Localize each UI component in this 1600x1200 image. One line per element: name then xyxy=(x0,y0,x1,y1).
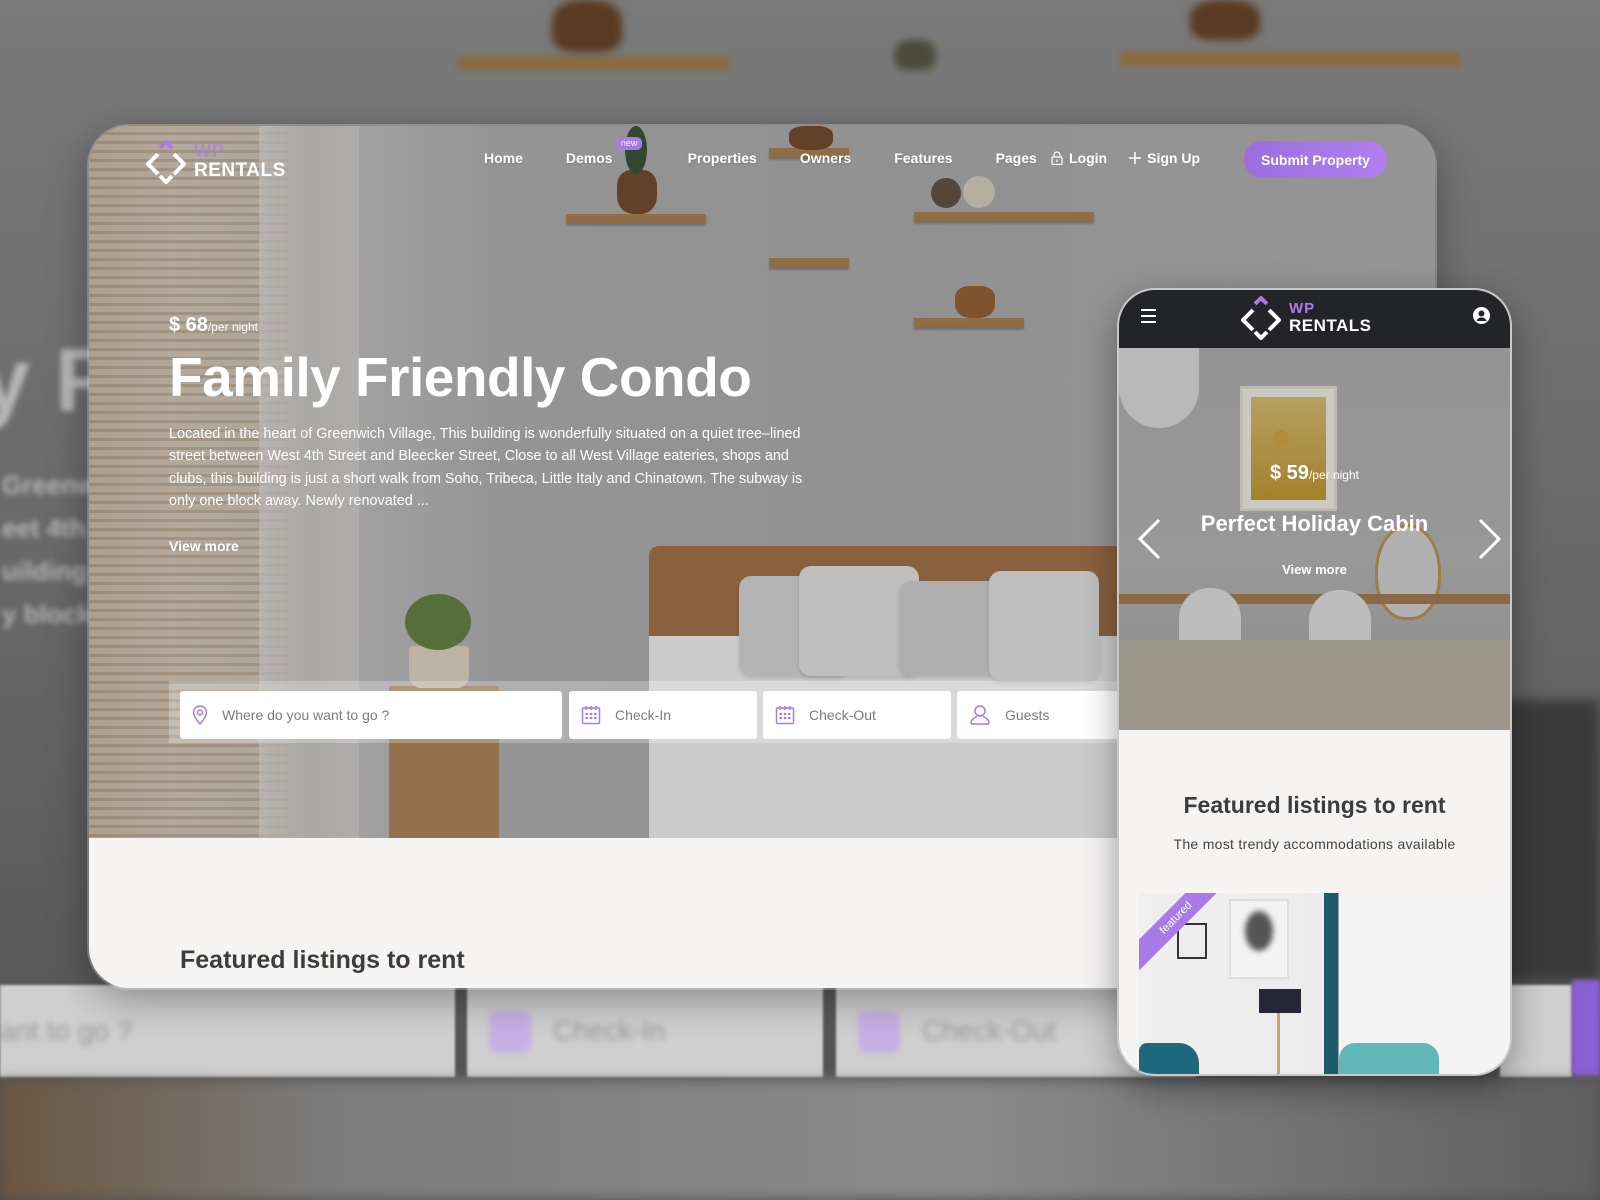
bg-calendar-icon xyxy=(858,1011,900,1053)
card-wall-art xyxy=(1229,899,1289,979)
chevron-right-icon[interactable] xyxy=(1478,518,1502,560)
logo-wp: WP xyxy=(194,141,225,161)
nav-pages[interactable]: Pages xyxy=(996,150,1037,166)
featured-listings-title: Featured listings to rent xyxy=(180,946,465,974)
mobile-logo-rentals: RENTALS xyxy=(1289,315,1372,335)
mobile-per-night: /per night xyxy=(1308,468,1359,482)
new-badge: new xyxy=(615,137,643,150)
hero-view-more-link[interactable]: View more xyxy=(169,538,239,554)
hero-description: Located in the heart of Greenwich Villag… xyxy=(169,425,803,510)
mobile-preview: WP RENTALS $ 59/per night Perfect Holida… xyxy=(1119,290,1510,1074)
mobile-view-more-link[interactable]: View more xyxy=(1119,562,1510,577)
mobile-featured-title: Featured listings to rent xyxy=(1183,792,1446,818)
nav-properties[interactable]: Properties xyxy=(688,150,757,166)
auth-links: Login Sign Up xyxy=(1051,150,1222,166)
location-input[interactable] xyxy=(222,707,509,723)
logo-rentals: RENTALS xyxy=(194,160,286,181)
chevron-left-icon[interactable] xyxy=(1137,518,1161,560)
bg-pot xyxy=(552,0,622,52)
logo-diamond-icon xyxy=(1241,296,1281,340)
calendar-icon xyxy=(775,706,795,725)
bg-floor xyxy=(0,1080,1600,1200)
hero-content: $ 68/per night Family Friendly Condo Loc… xyxy=(169,314,829,556)
card-throw xyxy=(1139,1043,1199,1074)
bg-ghost-line: eet 4th xyxy=(2,513,86,543)
bg-ghost-line: y block xyxy=(2,599,92,629)
top-navigation: WP RENTALS Home Demos new Properties Own… xyxy=(89,126,1435,196)
nav-owners[interactable]: Owners xyxy=(800,150,851,166)
logo-text: WP RENTALS xyxy=(194,142,286,180)
plus-icon xyxy=(1129,152,1142,164)
location-field[interactable] xyxy=(180,691,562,739)
checkout-field[interactable] xyxy=(763,691,951,739)
card-lamp-stand xyxy=(1277,1013,1280,1074)
mobile-header: WP RENTALS xyxy=(1119,290,1510,348)
bg-shelf xyxy=(458,56,730,70)
user-account-icon[interactable] xyxy=(1473,307,1490,324)
bg-pot xyxy=(1190,0,1260,40)
hero-price: $ 68/per night xyxy=(169,314,829,337)
map-pin-icon xyxy=(192,705,208,725)
signup-label: Sign Up xyxy=(1147,150,1200,166)
login-link[interactable]: Login xyxy=(1051,150,1107,166)
hamburger-menu-icon[interactable] xyxy=(1141,309,1156,327)
mobile-price: $ 59/per night xyxy=(1119,462,1510,485)
user-icon xyxy=(970,705,990,725)
nav-demos-label: Demos xyxy=(565,150,613,166)
hero-price-value: $ 68 xyxy=(169,314,208,336)
checkin-field[interactable] xyxy=(569,691,757,739)
mobile-logo-wp: WP xyxy=(1289,299,1316,317)
checkout-input[interactable] xyxy=(809,707,950,723)
logo[interactable]: WP RENTALS xyxy=(144,138,286,184)
card-wall-frame xyxy=(1177,923,1207,959)
main-menu: Home Demos new Properties Owners Feature… xyxy=(484,137,1080,166)
nav-home[interactable]: Home xyxy=(484,150,523,166)
logo-diamond-icon xyxy=(146,140,186,184)
bg-ghost-search-guests xyxy=(1500,985,1572,1077)
bg-pot xyxy=(895,40,935,70)
bg-ghost-search-checkin: Check-In xyxy=(467,985,823,1077)
mobile-featured-subtitle: The most trendy accommodations available xyxy=(1173,836,1456,852)
login-label: Login xyxy=(1069,150,1108,166)
mobile-price-value: $ 59 xyxy=(1270,462,1309,484)
lock-icon xyxy=(1051,151,1063,165)
mobile-logo-text: WP RENTALS xyxy=(1289,301,1372,334)
bg-calendar-icon xyxy=(489,1011,531,1053)
card-lamp xyxy=(1259,989,1301,1013)
bg-ghost-button xyxy=(1572,980,1600,1076)
card-sofa xyxy=(1339,1043,1439,1074)
bg-shelf xyxy=(1120,52,1460,66)
hero-per-night: /per night xyxy=(207,320,258,334)
checkin-input[interactable] xyxy=(615,707,756,723)
nav-features[interactable]: Features xyxy=(894,150,952,166)
mobile-logo[interactable]: WP RENTALS xyxy=(1239,294,1372,340)
hero-title: Family Friendly Condo xyxy=(169,346,752,408)
mobile-hero-slider: $ 59/per night Perfect Holiday Cabin Vie… xyxy=(1119,348,1510,730)
signup-link[interactable]: Sign Up xyxy=(1129,150,1200,166)
bg-ghost-line: Greenw xyxy=(2,470,98,500)
mobile-hero-overlay xyxy=(1119,348,1510,730)
bg-ghost-search-location: ant to go ? xyxy=(0,985,455,1077)
mobile-hero-title: Perfect Holiday Cabin xyxy=(1200,511,1429,536)
calendar-icon xyxy=(581,706,601,725)
bg-ghost-line: uilding xyxy=(2,556,88,586)
mobile-listing-card[interactable]: featured xyxy=(1139,893,1495,1074)
nav-demos[interactable]: Demos new xyxy=(565,137,643,166)
submit-property-button[interactable]: Submit Property xyxy=(1244,141,1387,178)
